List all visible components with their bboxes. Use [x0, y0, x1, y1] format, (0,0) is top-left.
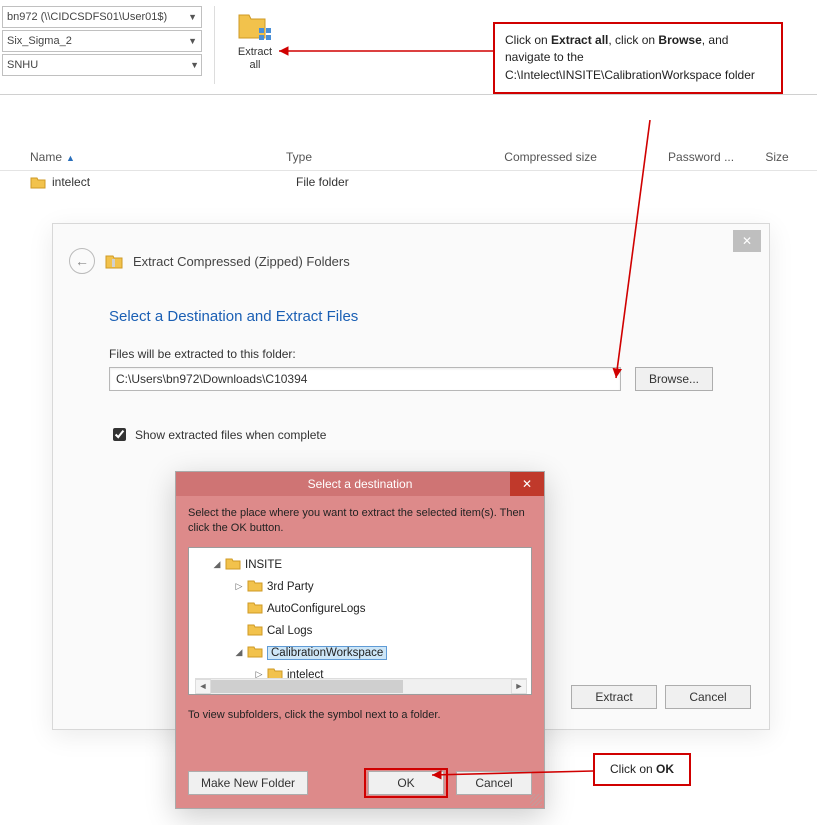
- expander-closed-icon[interactable]: ▷: [233, 581, 245, 592]
- tree-node-intelect[interactable]: ▷ intelect: [195, 664, 527, 678]
- file-name: intelect: [52, 175, 296, 189]
- wizard-title: Select a Destination and Extract Files: [109, 308, 713, 325]
- ribbon-dropdown-2-label: Six_Sigma_2: [7, 35, 72, 47]
- folder-icon: [247, 644, 263, 661]
- zip-folder-icon: [105, 253, 123, 269]
- checkbox-label: Show extracted files when complete: [135, 428, 326, 442]
- column-header-type[interactable]: Type: [278, 150, 496, 164]
- folder-icon: [247, 622, 263, 639]
- tree-label: CalibrationWorkspace: [267, 646, 387, 660]
- tree-node-3rd-party[interactable]: ▷ 3rd Party: [195, 576, 527, 598]
- separator: [214, 6, 215, 84]
- scroll-track[interactable]: [211, 679, 511, 694]
- browse-button[interactable]: Browse...: [635, 367, 713, 391]
- annotation-callout: Click on OK: [593, 753, 691, 786]
- dialog-description: Select the place where you want to extra…: [188, 506, 532, 537]
- scroll-left-icon[interactable]: ◄: [195, 679, 211, 694]
- annotation-highlight: OK: [364, 768, 448, 798]
- tree-label: intelect: [287, 669, 323, 678]
- dialog-titlebar[interactable]: Select a destination ✕: [176, 472, 544, 496]
- folder-tree[interactable]: ◢ INSITE ▷ 3rd Party AutoConfigureLogs: [188, 547, 532, 695]
- horizontal-scrollbar[interactable]: ◄ ►: [195, 678, 527, 694]
- extract-all-button[interactable]: Extract all: [227, 6, 283, 72]
- scroll-right-icon[interactable]: ►: [511, 679, 527, 694]
- expander-open-icon[interactable]: ◢: [211, 559, 223, 570]
- extract-all-label: Extract: [238, 46, 272, 58]
- select-destination-dialog: Select a destination ✕ Select the place …: [175, 471, 545, 809]
- annotation-callout: Click on Extract all, click on Browse, a…: [493, 22, 783, 94]
- cancel-button[interactable]: Cancel: [456, 771, 532, 795]
- extract-button[interactable]: Extract: [571, 685, 657, 709]
- tree-node-cal-logs[interactable]: Cal Logs: [195, 620, 527, 642]
- dialog-title: Select a destination: [308, 477, 413, 491]
- ribbon-dropdown-2[interactable]: Six_Sigma_2 ▼: [2, 30, 202, 52]
- cancel-button[interactable]: Cancel: [665, 685, 751, 709]
- show-extracted-checkbox[interactable]: Show extracted files when complete: [109, 425, 713, 444]
- expander-closed-icon[interactable]: ▷: [253, 669, 265, 678]
- ribbon-dropdown-3[interactable]: SNHU ▼: [2, 54, 202, 76]
- folder-icon: [247, 600, 263, 617]
- back-button[interactable]: ←: [69, 248, 95, 274]
- tree-node-calibrationworkspace[interactable]: ◢ CalibrationWorkspace: [195, 642, 527, 664]
- extract-all-label: all: [249, 59, 260, 71]
- folder-icon: [267, 666, 283, 678]
- expander-open-icon[interactable]: ◢: [233, 647, 245, 658]
- scroll-thumb[interactable]: [211, 680, 403, 693]
- ribbon-dropdown-1[interactable]: bn972 (\\CIDCSDFS01\User01$) ▼: [2, 6, 202, 28]
- column-headers: Name▲ Type Compressed size Password ... …: [0, 143, 817, 171]
- chevron-down-icon: ▼: [188, 36, 197, 46]
- checkbox-input[interactable]: [113, 428, 126, 441]
- tree-label: 3rd Party: [267, 581, 314, 593]
- sort-asc-icon: ▲: [66, 153, 75, 163]
- list-item[interactable]: intelect File folder: [0, 171, 817, 193]
- ok-button[interactable]: OK: [368, 771, 444, 795]
- extract-all-icon: [237, 8, 273, 44]
- tree-label: Cal Logs: [267, 625, 312, 637]
- column-header-size[interactable]: Size: [757, 150, 817, 164]
- field-label: Files will be extracted to this folder:: [109, 347, 713, 361]
- dialog-note: To view subfolders, click the symbol nex…: [188, 709, 532, 721]
- folder-icon: [247, 578, 263, 595]
- wizard-header-title: Extract Compressed (Zipped) Folders: [133, 254, 350, 269]
- resize-grip-icon[interactable]: [530, 794, 542, 806]
- make-new-folder-button[interactable]: Make New Folder: [188, 771, 308, 795]
- ribbon-dropdown-3-label: SNHU: [7, 59, 38, 71]
- ribbon-dropdown-1-label: bn972 (\\CIDCSDFS01\User01$): [7, 11, 167, 23]
- tree-node-insite[interactable]: ◢ INSITE: [195, 554, 527, 576]
- tree-label: INSITE: [245, 559, 282, 571]
- close-button[interactable]: ✕: [510, 472, 544, 496]
- column-header-password[interactable]: Password ...: [660, 150, 757, 164]
- file-type: File folder: [296, 175, 516, 189]
- close-button[interactable]: ✕: [733, 230, 761, 252]
- chevron-down-icon: ▼: [188, 12, 197, 22]
- column-header-name[interactable]: Name▲: [22, 150, 278, 164]
- tree-label: AutoConfigureLogs: [267, 603, 365, 615]
- overflow-chevrons-icon: ▼: [190, 60, 197, 70]
- column-header-compressed[interactable]: Compressed size: [496, 150, 660, 164]
- tree-node-autoconfigure[interactable]: AutoConfigureLogs: [195, 598, 527, 620]
- destination-path-input[interactable]: [109, 367, 621, 391]
- folder-icon: [225, 556, 241, 573]
- folder-icon: [30, 175, 46, 189]
